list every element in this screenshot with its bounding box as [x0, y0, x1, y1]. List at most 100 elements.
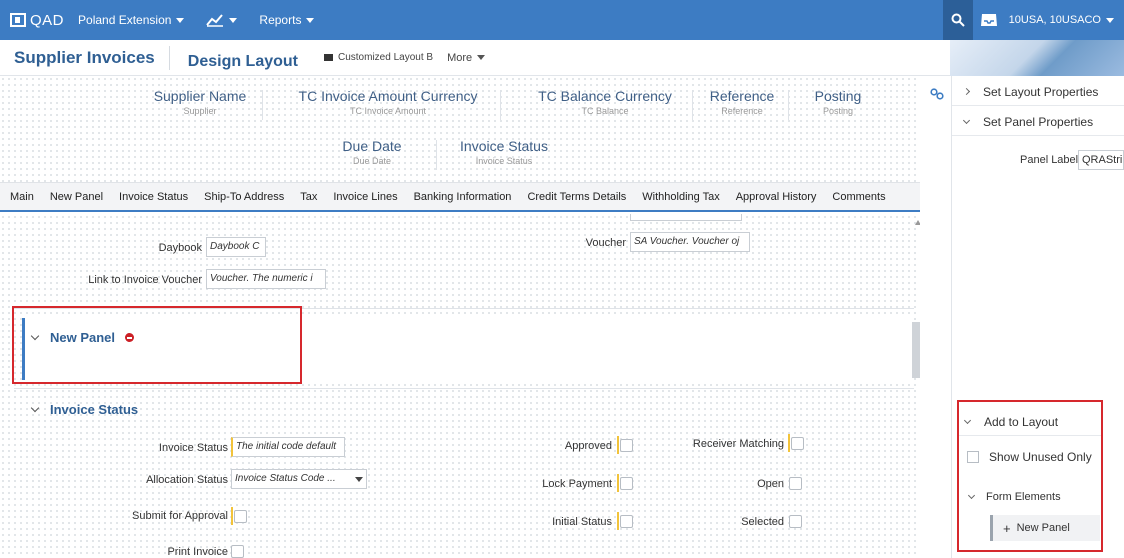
- panel-label-input[interactable]: QRAString: [1078, 150, 1124, 170]
- tab-tax[interactable]: Tax: [292, 191, 325, 203]
- summary-sublabel: Reference: [721, 106, 763, 116]
- nav-poland-extension[interactable]: Poland Extension: [78, 13, 185, 27]
- summary-field-posting[interactable]: Posting Posting: [800, 88, 876, 116]
- allocation-status-select[interactable]: Invoice Status Code ...: [231, 469, 367, 489]
- receiver-matching-checkbox[interactable]: [791, 437, 804, 450]
- design-canvas: Supplier Name Supplier TC Invoice Amount…: [0, 76, 921, 558]
- add-new-panel-label: New Panel: [1016, 522, 1070, 534]
- layout-selector[interactable]: Customized Layout B: [324, 52, 433, 63]
- approved-checkbox[interactable]: [620, 439, 633, 452]
- top-nav: Poland Extension Reports: [78, 13, 336, 27]
- form-elements-header[interactable]: Form Elements: [959, 491, 1061, 503]
- required-indicator: [617, 474, 619, 492]
- scrollbar[interactable]: [912, 322, 920, 378]
- chevron-down-icon: [963, 416, 972, 424]
- nav-reports[interactable]: Reports: [259, 13, 315, 27]
- add-new-panel-button[interactable]: + New Panel: [990, 515, 1100, 541]
- page-header: Supplier Invoices Design Layout Customiz…: [0, 40, 950, 76]
- entity-selector[interactable]: 10USA, 10USACO: [1005, 14, 1124, 26]
- caret-down-icon: [306, 17, 315, 23]
- logo-text: QAD: [30, 11, 65, 29]
- link-invoice-voucher-label: Link to Invoice Voucher: [88, 274, 202, 286]
- initial-status-checkbox[interactable]: [620, 515, 633, 528]
- divider: [436, 140, 437, 170]
- summary-field-due-date[interactable]: Due Date Due Date: [330, 138, 414, 166]
- nav-label: Poland Extension: [78, 13, 172, 27]
- more-label: More: [447, 51, 473, 64]
- nav-charts[interactable]: [206, 13, 238, 27]
- add-to-layout-header[interactable]: Add to Layout: [959, 408, 1101, 436]
- caret-down-icon: [176, 17, 185, 23]
- tab-banking-information[interactable]: Banking Information: [406, 191, 520, 203]
- summary-label: Invoice Status: [460, 138, 548, 154]
- summary-label: Due Date: [342, 138, 402, 154]
- inbox-icon: [980, 14, 997, 26]
- panel-label-label: Panel Label: [1020, 154, 1079, 166]
- invoice-status-input[interactable]: The initial code default: [231, 437, 345, 457]
- required-indicator: [617, 436, 619, 454]
- chevron-down-icon: [30, 403, 40, 413]
- link-icon[interactable]: [930, 88, 944, 100]
- approved-label: Approved: [564, 440, 612, 452]
- tab-invoice-status[interactable]: Invoice Status: [111, 191, 196, 203]
- summary-field-supplier[interactable]: Supplier Name Supplier: [140, 88, 260, 116]
- show-unused-only[interactable]: Show Unused Only: [959, 450, 1092, 464]
- set-panel-properties[interactable]: Set Panel Properties: [952, 108, 1124, 136]
- initial-status-label: Initial Status: [552, 516, 612, 528]
- summary-sublabel: Posting: [822, 106, 854, 116]
- required-indicator: [788, 434, 790, 452]
- summary-field-invoice-status[interactable]: Invoice Status Invoice Status: [448, 138, 560, 166]
- flag-icon: [324, 54, 333, 61]
- chevron-down-icon: [962, 116, 971, 124]
- daybook-input[interactable]: Daybook C: [206, 237, 266, 257]
- summary-field-reference[interactable]: Reference Reference: [700, 88, 784, 116]
- tab-withholding-tax[interactable]: Withholding Tax: [634, 191, 727, 203]
- tab-invoice-lines[interactable]: Invoice Lines: [325, 191, 405, 203]
- set-layout-properties[interactable]: Set Layout Properties: [952, 78, 1124, 106]
- print-invoice-checkbox[interactable]: [231, 545, 244, 558]
- link-invoice-voucher-input[interactable]: Voucher. The numeric i: [206, 269, 326, 289]
- qad-logo-icon: [10, 13, 26, 27]
- summary-sublabel: Due Date: [352, 156, 392, 166]
- tab-approval-history[interactable]: Approval History: [728, 191, 825, 203]
- tab-comments[interactable]: Comments: [824, 191, 893, 203]
- voucher-input[interactable]: SA Voucher. Voucher oj: [630, 232, 750, 252]
- submit-for-approval-checkbox[interactable]: [234, 510, 247, 523]
- summary-field-tc-balance[interactable]: TC Balance Currency TC Balance: [520, 88, 690, 116]
- lock-payment-checkbox[interactable]: [620, 477, 633, 490]
- summary-label: TC Invoice Amount Currency: [298, 88, 478, 104]
- design-layout-title: Design Layout: [187, 52, 298, 70]
- show-unused-checkbox[interactable]: [967, 451, 979, 463]
- qad-logo[interactable]: QAD: [10, 12, 64, 29]
- more-menu[interactable]: More: [447, 51, 486, 64]
- allocation-status-value: Invoice Status Code ...: [235, 473, 336, 484]
- receiver-matching-label: Receiver Matching: [692, 438, 784, 450]
- caret-down-icon: [1106, 17, 1114, 23]
- open-checkbox[interactable]: [789, 477, 802, 490]
- top-right-tools: 10USA, 10USACO: [942, 0, 1124, 40]
- set-layout-label: Set Layout Properties: [983, 84, 1099, 99]
- layout-name: Customized Layout B: [338, 52, 434, 63]
- link-column: [920, 76, 952, 558]
- tab-new-panel[interactable]: New Panel: [42, 191, 111, 203]
- chart-line-icon: [206, 14, 224, 27]
- summary-field-tc-invoice-amount[interactable]: TC Invoice Amount Currency TC Invoice Am…: [288, 88, 488, 116]
- tab-ship-to-address[interactable]: Ship-To Address: [196, 191, 292, 203]
- submit-for-approval-label: Submit for Approval: [132, 510, 228, 522]
- chevron-right-icon: [962, 87, 971, 96]
- tab-bar: Main New Panel Invoice Status Ship-To Ad…: [0, 182, 920, 212]
- invoice-status-panel-header[interactable]: Invoice Status: [30, 402, 138, 417]
- top-bar: QAD Poland Extension Reports 10USA, 10US…: [0, 0, 1124, 40]
- divider: [692, 90, 693, 120]
- tab-credit-terms-details[interactable]: Credit Terms Details: [519, 191, 634, 203]
- selected-checkbox[interactable]: [789, 515, 802, 528]
- required-indicator: [231, 507, 233, 525]
- search-button[interactable]: [942, 0, 973, 40]
- clipped-field[interactable]: [630, 214, 742, 221]
- inbox-button[interactable]: [973, 0, 1005, 40]
- plus-icon: +: [1003, 520, 1011, 536]
- chevron-down-icon: [967, 491, 976, 500]
- tab-main[interactable]: Main: [0, 191, 42, 203]
- entity-label: 10USA, 10USACO: [1008, 14, 1101, 26]
- daybook-label: Daybook: [158, 242, 202, 254]
